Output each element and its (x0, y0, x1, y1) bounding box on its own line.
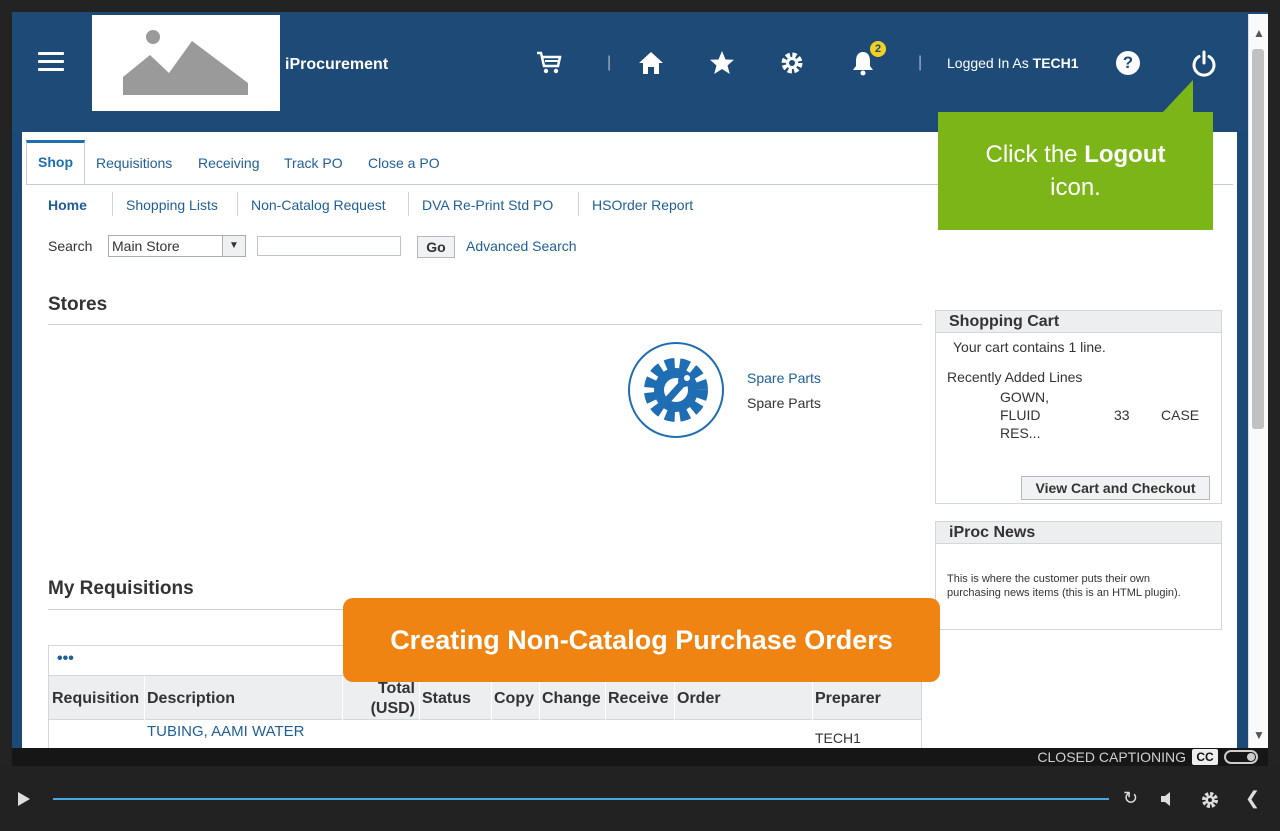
search-input[interactable] (257, 236, 401, 256)
stores-title: Stores (48, 294, 108, 315)
shopping-cart-box: Shopping Cart Your cart contains 1 line.… (935, 310, 1222, 504)
scroll-up-icon[interactable]: ▲ (1253, 26, 1265, 40)
divider (48, 324, 922, 325)
tab-receiving[interactable]: Receiving (198, 155, 259, 171)
star-icon[interactable] (709, 50, 735, 76)
volume-icon[interactable] (1160, 792, 1176, 806)
spare-parts-link[interactable]: Spare Parts (747, 370, 821, 386)
image-placeholder-icon (123, 30, 248, 95)
callout-text-bold: Logout (1084, 141, 1166, 168)
row-description-link[interactable]: TUBING, AAMI WATER (147, 723, 305, 740)
search-label: Search (48, 238, 93, 254)
subnav-home[interactable]: Home (48, 197, 87, 213)
replay-icon[interactable]: ↻ (1123, 788, 1138, 809)
closed-captioning-label: CLOSED CAPTIONING (1037, 749, 1186, 765)
cart-item-uom: CASE (1161, 407, 1200, 423)
col-change: Change (542, 690, 601, 707)
logged-in-status: Logged In As TECH1 (947, 55, 1079, 71)
callout-text-pre: Click the (985, 141, 1078, 168)
col-preparer: Preparer (815, 690, 881, 707)
go-button[interactable]: Go (417, 236, 455, 258)
tab-requisitions[interactable]: Requisitions (96, 155, 172, 171)
subnav-divider (578, 192, 579, 216)
settings-icon[interactable] (1201, 791, 1219, 809)
wrench-gear-icon (644, 358, 708, 422)
store-select-value: Main Store (112, 238, 180, 254)
more-options-icon[interactable]: ••• (57, 650, 74, 668)
cc-icon[interactable]: CC (1192, 749, 1218, 765)
shopping-cart-title: Shopping Cart (936, 311, 1221, 333)
progress-bar[interactable] (53, 798, 1109, 800)
username: TECH1 (1032, 55, 1079, 71)
help-icon[interactable]: ? (1116, 51, 1140, 75)
back-icon[interactable]: ❮ (1245, 788, 1260, 809)
iproc-news-box: iProc News This is where the customer pu… (935, 521, 1222, 630)
subnav-divider (237, 192, 238, 216)
notification-badge: 2 (870, 41, 886, 57)
my-requisitions-title: My Requisitions (48, 578, 194, 599)
instruction-callout: Click the Logout icon. (938, 112, 1213, 230)
spare-parts-store-icon[interactable] (628, 342, 724, 438)
play-icon[interactable] (18, 792, 30, 806)
store-select[interactable]: Main Store ▼ (108, 235, 246, 257)
gear-icon[interactable] (779, 50, 805, 76)
col-total: Total (USD) (342, 676, 419, 721)
subnav-hsorder-report[interactable]: HSOrder Report (592, 197, 693, 213)
subnav-dva-reprint[interactable]: DVA Re-Print Std PO (422, 197, 553, 213)
power-icon[interactable] (1190, 50, 1218, 78)
header-divider: | (918, 54, 923, 71)
tab-close-po[interactable]: Close a PO (368, 155, 440, 171)
subnav-shopping-lists[interactable]: Shopping Lists (126, 197, 218, 213)
advanced-search-link[interactable]: Advanced Search (466, 238, 577, 254)
home-icon[interactable] (638, 50, 664, 76)
cart-item-line3: RES... (1000, 425, 1041, 441)
player-controls: ↻ ❮ (0, 766, 1280, 831)
subnav-non-catalog-request[interactable]: Non-Catalog Request (251, 197, 386, 213)
cart-icon[interactable] (535, 50, 563, 76)
app-title: iProcurement (285, 56, 389, 73)
recently-added-label: Recently Added Lines (947, 369, 1083, 385)
view-cart-checkout-button[interactable]: View Cart and Checkout (1021, 476, 1210, 500)
col-total-line2: (USD) (370, 700, 415, 717)
caption-bar: CLOSED CAPTIONING CC (12, 748, 1268, 766)
cart-item-line2: FLUID (1000, 407, 1041, 423)
tab-track-po[interactable]: Track PO (284, 155, 343, 171)
col-description: Description (147, 690, 236, 707)
scrollbar-thumb[interactable] (1252, 49, 1264, 429)
col-order: Order (677, 690, 721, 707)
header-divider: | (607, 54, 612, 71)
captions-toggle[interactable] (1224, 750, 1258, 764)
chevron-down-icon[interactable]: ▼ (222, 236, 245, 256)
cart-item-qty: 33 (1114, 407, 1130, 423)
col-status: Status (422, 690, 471, 707)
col-receive: Receive (608, 690, 669, 707)
table-row: TUBING, AAMI WATER TECH1 (48, 720, 922, 748)
scroll-down-icon[interactable]: ▼ (1253, 728, 1265, 742)
tab-shop[interactable]: Shop (26, 140, 85, 184)
callout-text-post: icon. (1050, 174, 1101, 201)
col-copy: Copy (494, 690, 534, 707)
subnav-divider (408, 192, 409, 216)
lesson-title-banner: Creating Non-Catalog Purchase Orders (343, 598, 940, 682)
col-total-line1: Total (377, 680, 415, 697)
cart-summary: Your cart contains 1 line. (953, 339, 1106, 355)
logo-placeholder (92, 15, 280, 111)
iproc-news-text: This is where the customer puts their ow… (947, 573, 1181, 599)
spare-parts-description: Spare Parts (747, 395, 821, 411)
subnav-divider (112, 192, 113, 216)
row-preparer: TECH1 (815, 730, 861, 746)
cart-item-line1: GOWN, (1000, 389, 1049, 405)
iproc-news-title: iProc News (936, 522, 1221, 544)
callout-pointer (1163, 80, 1193, 112)
scrollbar[interactable]: ▲ ▼ (1248, 14, 1268, 748)
col-requisition: Requisition (52, 690, 140, 707)
logged-in-label: Logged In As (947, 55, 1029, 71)
subnav-home-label: Home (48, 197, 87, 213)
menu-icon[interactable] (38, 52, 64, 72)
